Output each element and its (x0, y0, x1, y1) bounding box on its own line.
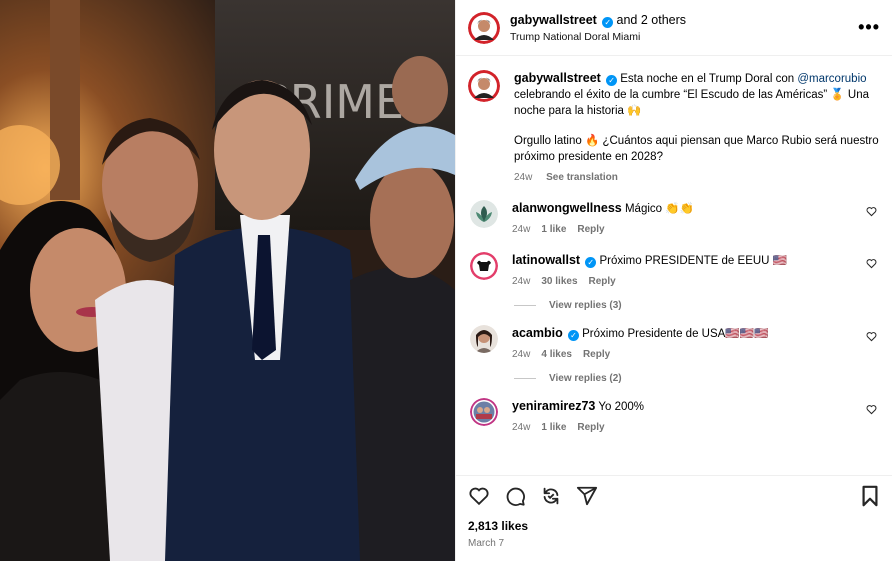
see-translation-link[interactable]: See translation (546, 172, 618, 183)
view-replies-button[interactable]: View replies (3) (514, 300, 880, 311)
post-photo-image: PRIME (0, 0, 455, 561)
reply-button[interactable]: Reply (589, 276, 616, 287)
comment-icon[interactable] (504, 485, 526, 510)
heart-icon[interactable] (866, 325, 880, 363)
verified-icon: ✓ (567, 330, 579, 341)
comment-text: Yo 200% (598, 401, 645, 413)
commenter-avatar[interactable] (470, 398, 498, 426)
comment-likes[interactable]: 30 likes (541, 276, 577, 287)
caption-mention[interactable]: @marcorubio (797, 73, 866, 85)
repost-icon[interactable] (540, 485, 562, 510)
comment-age: 24w (512, 224, 531, 235)
likes-count[interactable]: 2,813 likes (468, 519, 880, 533)
commenter-avatar[interactable] (470, 252, 498, 280)
comment-likes[interactable]: 4 likes (541, 349, 572, 360)
comment-age: 24w (512, 276, 531, 287)
post-sidebar: gabywallstreet ✓ and 2 others Trump Nati… (455, 0, 892, 561)
commenter-username[interactable]: latinowallst (512, 253, 580, 267)
commenter-username[interactable]: acambio (512, 326, 563, 340)
post-location[interactable]: Trump National Doral Miami (510, 31, 858, 43)
commenter-username[interactable]: alanwongwellness (512, 201, 622, 215)
comments-feed[interactable]: gabywallstreet ✓ Esta noche en el Trump … (456, 56, 892, 475)
bookmark-icon[interactable] (860, 485, 880, 510)
caption-text-3: Orgullo latino 🔥 ¿Cuántos aqui piensan q… (514, 135, 879, 163)
post-photo[interactable]: PRIME (0, 0, 455, 561)
verified-icon: ✓ (585, 257, 597, 268)
comment-item: latinowallst ✓ Próximo PRESIDENTE de EEU… (468, 252, 880, 290)
post-footer: 2,813 likes March 7 (456, 519, 892, 561)
comment-age: 24w (512, 349, 531, 360)
view-replies-button[interactable]: View replies (2) (514, 373, 880, 384)
post-date: March 7 (468, 538, 505, 549)
verified-icon: ✓ (606, 75, 618, 86)
comment-text: Mágico 👏👏 (624, 203, 694, 215)
comment-likes[interactable]: 1 like (541, 422, 566, 433)
comment-text: Próximo PRESIDENTE de EEUU 🇺🇸 (599, 255, 787, 267)
post-header: gabywallstreet ✓ and 2 others Trump Nati… (456, 0, 892, 56)
reply-button[interactable]: Reply (577, 224, 604, 235)
caption-text-1: Esta noche en el Trump Doral con (620, 73, 795, 85)
post-actions (456, 475, 892, 519)
author-username[interactable]: gabywallstreet (510, 13, 597, 27)
comment-text: Próximo Presidente de USA🇺🇸🇺🇸🇺🇸 (582, 328, 769, 340)
heart-icon[interactable] (866, 398, 880, 436)
comment-likes[interactable]: 1 like (541, 224, 566, 235)
comment-item: acambio ✓ Próximo Presidente de USA🇺🇸🇺🇸🇺… (468, 325, 880, 363)
commenter-avatar[interactable] (470, 200, 498, 228)
commenter-avatar[interactable] (470, 325, 498, 353)
comment-item: alanwongwellness Mágico 👏👏 24w 1 like Repl… (468, 200, 880, 238)
author-avatar[interactable] (468, 11, 500, 44)
verified-icon: ✓ (602, 16, 614, 28)
caption-avatar[interactable] (468, 70, 500, 102)
more-icon[interactable]: ••• (858, 17, 880, 38)
heart-icon[interactable] (866, 200, 880, 238)
commenter-username[interactable]: yeniramirez73 (512, 399, 595, 413)
heart-icon[interactable] (866, 252, 880, 290)
reply-button[interactable]: Reply (583, 349, 610, 360)
caption-age: 24w (514, 172, 533, 183)
comment-item: yeniramirez73 Yo 200% 24w 1 like Reply (468, 398, 880, 436)
caption-username[interactable]: gabywallstreet (514, 71, 601, 85)
share-icon[interactable] (576, 485, 598, 510)
caption-text-2: celebrando el éxito de la cumbre “El Esc… (514, 89, 870, 117)
heart-icon[interactable] (468, 485, 490, 510)
comment-age: 24w (512, 422, 531, 433)
caption: gabywallstreet ✓ Esta noche en el Trump … (468, 70, 880, 186)
reply-button[interactable]: Reply (577, 422, 604, 433)
collab-text[interactable]: and 2 others (617, 13, 687, 27)
